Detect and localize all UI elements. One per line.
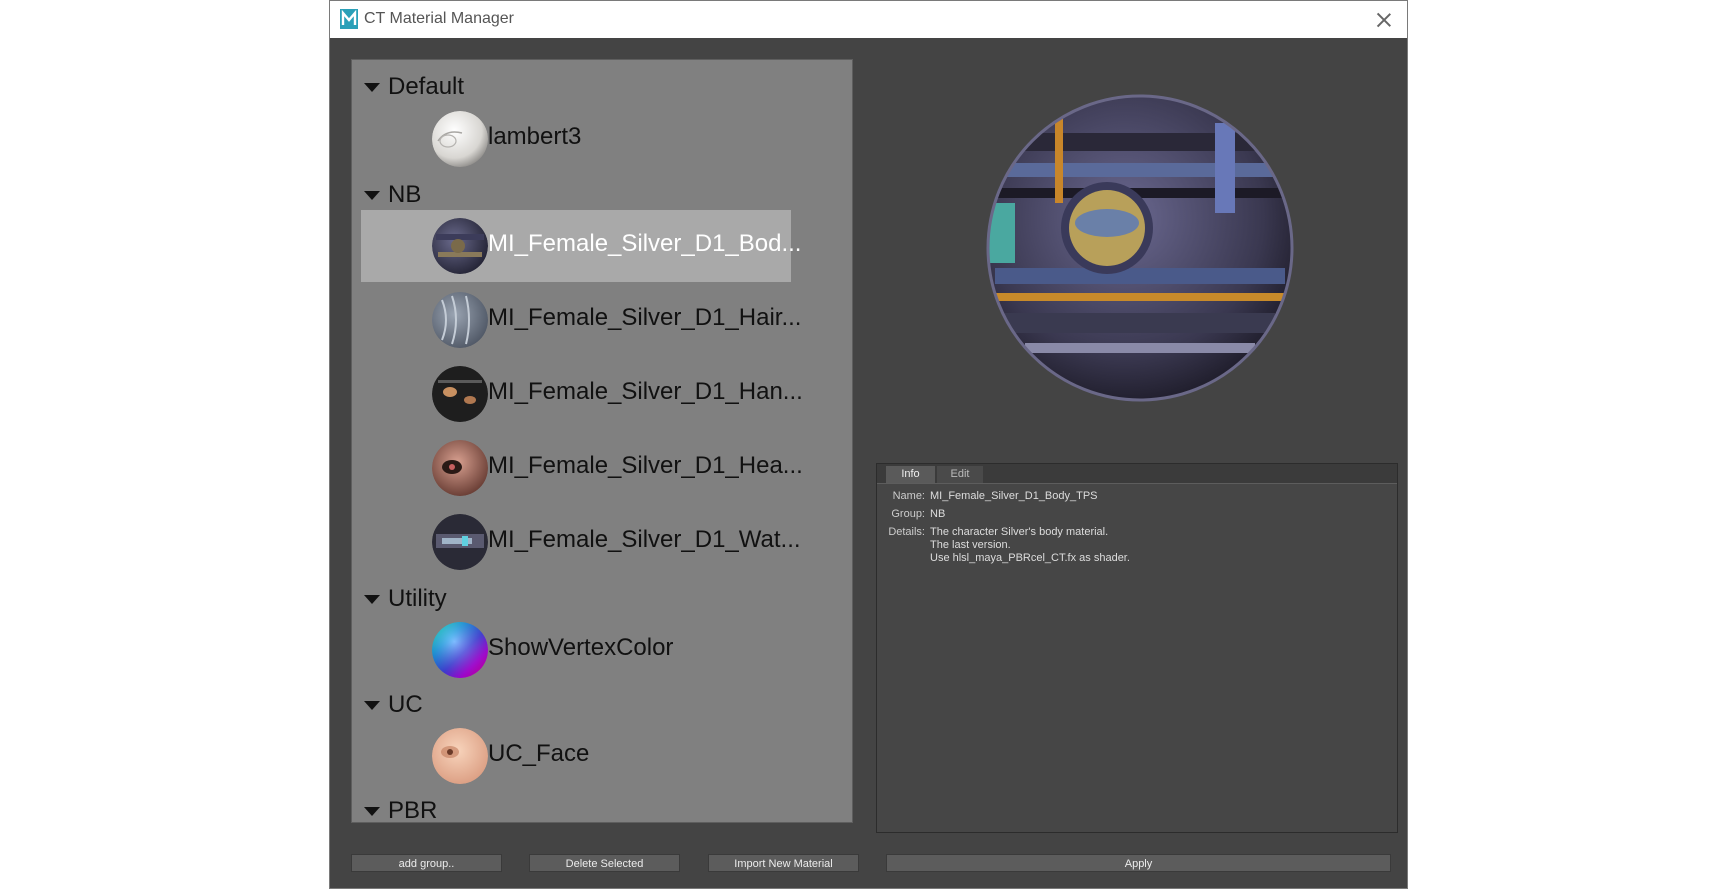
group-header-pbr[interactable]: PBR bbox=[364, 796, 438, 823]
material-info-panel: Info Edit Name: MI_Female_Silver_D1_Body… bbox=[876, 463, 1398, 833]
group-header-nb[interactable]: NB bbox=[364, 180, 421, 210]
group-label: Utility bbox=[388, 585, 447, 612]
rainbow-sphere-icon bbox=[432, 622, 488, 678]
head-sphere-icon bbox=[432, 440, 488, 496]
group-label: Group: bbox=[891, 508, 925, 520]
tab-info[interactable]: Info bbox=[886, 466, 935, 483]
delete-selected-button[interactable]: Delete Selected bbox=[529, 854, 680, 872]
material-item-showvertexcolor[interactable]: ShowVertexColor bbox=[361, 614, 791, 686]
group-label: NB bbox=[388, 181, 422, 208]
collapse-triangle-icon[interactable] bbox=[364, 594, 380, 604]
collapse-triangle-icon[interactable] bbox=[364, 82, 380, 92]
close-icon[interactable] bbox=[1371, 7, 1397, 33]
name-label: Name: bbox=[892, 490, 925, 502]
tab-edit[interactable]: Edit bbox=[937, 466, 983, 483]
apply-button[interactable]: Apply bbox=[886, 854, 1391, 872]
title-bar: CT Material Manager bbox=[330, 1, 1407, 38]
material-item-watch[interactable]: MI_Female_Silver_D1_Wat... bbox=[361, 506, 801, 578]
material-item-hair[interactable]: MI_Female_Silver_D1_Hair... bbox=[361, 284, 801, 356]
material-name: MI_Female_Silver_D1_Bod... bbox=[488, 230, 802, 257]
details-value: The character Silver's body material. Th… bbox=[930, 526, 1130, 565]
group-value: NB bbox=[930, 508, 946, 520]
material-item-uc-face[interactable]: UC_Face bbox=[361, 720, 791, 792]
collapse-triangle-icon[interactable] bbox=[364, 700, 380, 710]
details-label: Details: bbox=[888, 526, 925, 538]
collapse-triangle-icon[interactable] bbox=[364, 190, 380, 200]
hair-sphere-icon bbox=[432, 292, 488, 348]
material-item-head[interactable]: MI_Female_Silver_D1_Hea... bbox=[361, 432, 803, 504]
name-value: MI_Female_Silver_D1_Body_TPS bbox=[930, 490, 1098, 502]
details-line: The last version. bbox=[930, 539, 1011, 551]
group-header-uc[interactable]: UC bbox=[364, 690, 423, 720]
material-name: lambert3 bbox=[488, 123, 582, 150]
watch-sphere-icon bbox=[432, 514, 488, 570]
material-name: MI_Female_Silver_D1_Wat... bbox=[488, 526, 801, 553]
hand-sphere-icon bbox=[432, 366, 488, 422]
white-sphere-icon bbox=[432, 111, 488, 167]
material-manager-window: CT Material Manager Default lambert3 NB bbox=[329, 0, 1408, 889]
group-label: Default bbox=[388, 73, 465, 100]
info-tab-bar: Info Edit bbox=[877, 464, 1397, 484]
skin-sphere-icon bbox=[432, 728, 488, 784]
material-list-panel[interactable]: Default lambert3 NB MI_Female_Silver_D1_… bbox=[351, 59, 853, 823]
material-item-body[interactable]: MI_Female_Silver_D1_Bod... bbox=[361, 210, 801, 282]
maya-logo-icon bbox=[340, 9, 358, 29]
details-line: Use hlsl_maya_PBRcel_CT.fx as shader. bbox=[930, 552, 1130, 564]
material-preview-sphere bbox=[986, 94, 1294, 402]
material-name: ShowVertexColor bbox=[488, 634, 674, 661]
material-name: MI_Female_Silver_D1_Hair... bbox=[488, 304, 802, 331]
material-name: UC_Face bbox=[488, 740, 590, 767]
import-new-material-button[interactable]: Import New Material bbox=[708, 854, 859, 872]
group-label: PBR bbox=[388, 797, 438, 823]
group-label: UC bbox=[388, 691, 423, 718]
body-sphere-icon bbox=[432, 218, 488, 274]
material-name: MI_Female_Silver_D1_Han... bbox=[488, 378, 803, 405]
collapse-triangle-icon[interactable] bbox=[364, 806, 380, 816]
material-item-lambert3[interactable]: lambert3 bbox=[361, 103, 791, 175]
details-line: The character Silver's body material. bbox=[930, 526, 1109, 538]
window-title: CT Material Manager bbox=[364, 10, 514, 27]
material-item-hand[interactable]: MI_Female_Silver_D1_Han... bbox=[361, 358, 803, 430]
add-group-button[interactable]: add group.. bbox=[351, 854, 502, 872]
material-name: MI_Female_Silver_D1_Hea... bbox=[488, 452, 803, 479]
group-header-default[interactable]: Default bbox=[364, 72, 464, 102]
group-header-utility[interactable]: Utility bbox=[364, 584, 447, 614]
